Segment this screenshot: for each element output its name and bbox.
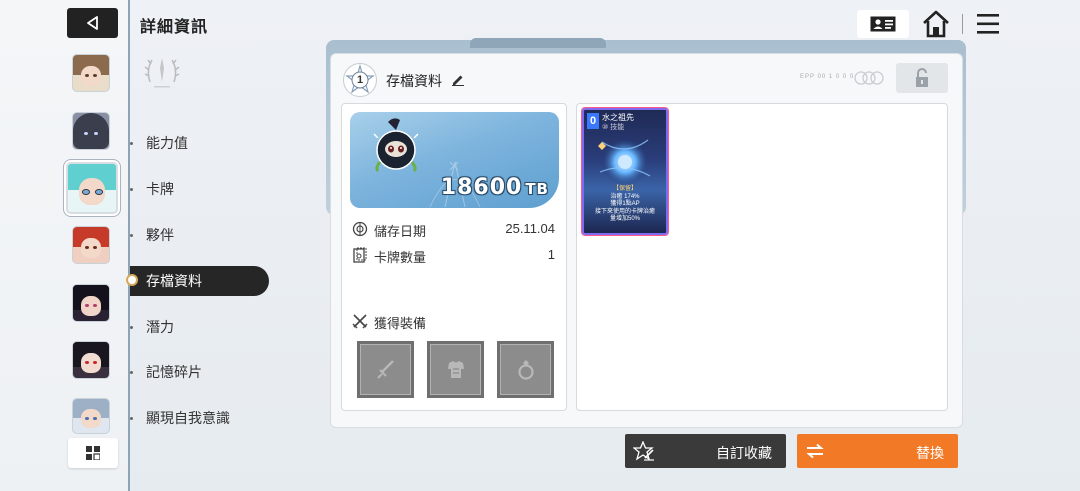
character-avatar-4[interactable] bbox=[72, 226, 110, 264]
equipment-slot-weapon[interactable] bbox=[357, 341, 414, 398]
save-date-value: 25.11.04 bbox=[505, 221, 555, 236]
card-cost: 0 bbox=[587, 113, 599, 129]
nav-item-cards[interactable]: 卡牌 bbox=[130, 174, 269, 204]
grid-view-button[interactable] bbox=[68, 438, 118, 468]
armor-icon bbox=[447, 360, 464, 378]
character-list bbox=[0, 0, 130, 491]
equipment-label: 獲得裝備 bbox=[374, 316, 427, 331]
swap-arrows-icon bbox=[806, 443, 824, 459]
water-ancestor-art bbox=[598, 138, 651, 186]
character-avatar-5[interactable] bbox=[72, 284, 110, 322]
card-desc-line: 治癒 174% bbox=[610, 193, 640, 200]
character-avatar-6[interactable] bbox=[72, 341, 110, 379]
replace-label: 替換 bbox=[916, 445, 944, 461]
save-date-label: 儲存日期 bbox=[374, 224, 427, 239]
tb-value: 18600 bbox=[440, 175, 523, 200]
faint-label: EPP 00 1 0 0 0 bbox=[800, 74, 855, 80]
nav-bullet bbox=[130, 188, 133, 191]
replace-button[interactable]: 替換 bbox=[797, 434, 958, 468]
character-avatar-7[interactable] bbox=[72, 398, 110, 434]
nav-item-potential[interactable]: 潛力 bbox=[130, 312, 269, 342]
equipment-slot-armor[interactable] bbox=[427, 341, 484, 398]
id-card-icon bbox=[870, 16, 896, 32]
nav-bullet bbox=[130, 234, 133, 237]
header-divider bbox=[962, 14, 963, 34]
hamburger-menu-icon bbox=[977, 14, 999, 34]
home-icon bbox=[923, 10, 949, 38]
custom-collection-label: 自訂收藏 bbox=[716, 445, 772, 461]
nav-item-self-awareness[interactable]: 顯現自我意識 bbox=[130, 403, 269, 433]
lock-toggle-button[interactable] bbox=[896, 63, 948, 93]
nav-item-label: 記憶碎片 bbox=[146, 364, 202, 380]
sword-icon bbox=[376, 359, 394, 379]
nav-item-partners[interactable]: 夥伴 bbox=[130, 220, 269, 250]
card-count-row: 卡牌數量 1 bbox=[352, 246, 557, 265]
card-count-label: 卡牌數量 bbox=[374, 250, 427, 265]
save-banner: 18600 TB bbox=[350, 112, 559, 208]
emblem-icon bbox=[144, 58, 180, 88]
nav-item-label: 能力值 bbox=[146, 135, 188, 151]
nav-item-stats[interactable]: 能力值 bbox=[130, 128, 269, 158]
back-arrow-icon bbox=[86, 16, 98, 30]
rings-icon bbox=[854, 71, 884, 85]
tb-unit: TB bbox=[525, 180, 549, 198]
card-deck-icon bbox=[353, 247, 367, 263]
nav-item-label: 夥伴 bbox=[146, 227, 174, 243]
ring-icon bbox=[517, 359, 534, 380]
edit-pencil-icon[interactable] bbox=[451, 72, 465, 86]
card-desc-line: 量增加50% bbox=[609, 216, 640, 222]
save-date-row: 儲存日期 25.11.04 bbox=[352, 220, 557, 239]
profile-card-button[interactable] bbox=[857, 10, 909, 38]
unlocked-padlock-icon bbox=[916, 68, 928, 87]
star-edit-icon bbox=[633, 441, 654, 461]
card-tag: 【保留】 bbox=[612, 186, 637, 192]
save-slot-title: 存檔資料 bbox=[386, 73, 442, 89]
card-desc-line: 接下來使用的卡牌治癒 bbox=[594, 208, 655, 215]
nav-active-indicator bbox=[126, 274, 138, 286]
menu-button[interactable] bbox=[975, 11, 1001, 37]
equipment-slot-accessory[interactable] bbox=[497, 341, 554, 398]
nav-bullet bbox=[130, 142, 133, 145]
home-button[interactable] bbox=[920, 9, 952, 39]
save-slot-number: 1 bbox=[356, 74, 364, 86]
character-avatar-1[interactable] bbox=[72, 54, 110, 92]
card-type: ⑩ 技能 bbox=[602, 124, 625, 131]
nav-item-label: 卡牌 bbox=[146, 181, 174, 197]
crossed-swords-icon bbox=[352, 314, 368, 329]
nav-bullet bbox=[130, 417, 133, 420]
card-desc-line: 獲得1點AP bbox=[610, 201, 640, 207]
character-avatar-3-selected[interactable] bbox=[66, 162, 118, 214]
grid-icon bbox=[86, 446, 100, 460]
nav-item-label: 潛力 bbox=[146, 319, 174, 335]
skill-card[interactable]: 0 水之祖先 ⑩ 技能 【保留】 治癒 174% 獲得1點AP 接下來使用的卡牌… bbox=[582, 108, 668, 235]
nav-item-memory-fragments[interactable]: 記憶碎片 bbox=[130, 357, 269, 387]
save-slot-badge: 1 bbox=[343, 63, 377, 97]
custom-collection-button[interactable]: 自訂收藏 bbox=[625, 434, 786, 468]
tb-amount: 18600 TB bbox=[441, 175, 549, 200]
back-button[interactable] bbox=[67, 8, 118, 38]
card-count-value: 1 bbox=[547, 247, 555, 262]
panel-backdrop-tab bbox=[470, 38, 606, 48]
nav-item-label: 存檔資料 bbox=[146, 273, 202, 289]
character-avatar-2[interactable] bbox=[72, 112, 110, 150]
nav-bullet bbox=[130, 371, 133, 374]
page-title: 詳細資訊 bbox=[140, 19, 209, 36]
card-description: 【保留】 治癒 174% 獲得1點AP 接下來使用的卡牌治癒 量增加50% bbox=[584, 186, 666, 224]
nav-item-label: 顯現自我意識 bbox=[146, 410, 230, 426]
nav-bullet bbox=[130, 326, 133, 329]
globe-clock-icon bbox=[352, 221, 368, 237]
nav-item-save-data[interactable]: 存檔資料 bbox=[126, 266, 269, 296]
